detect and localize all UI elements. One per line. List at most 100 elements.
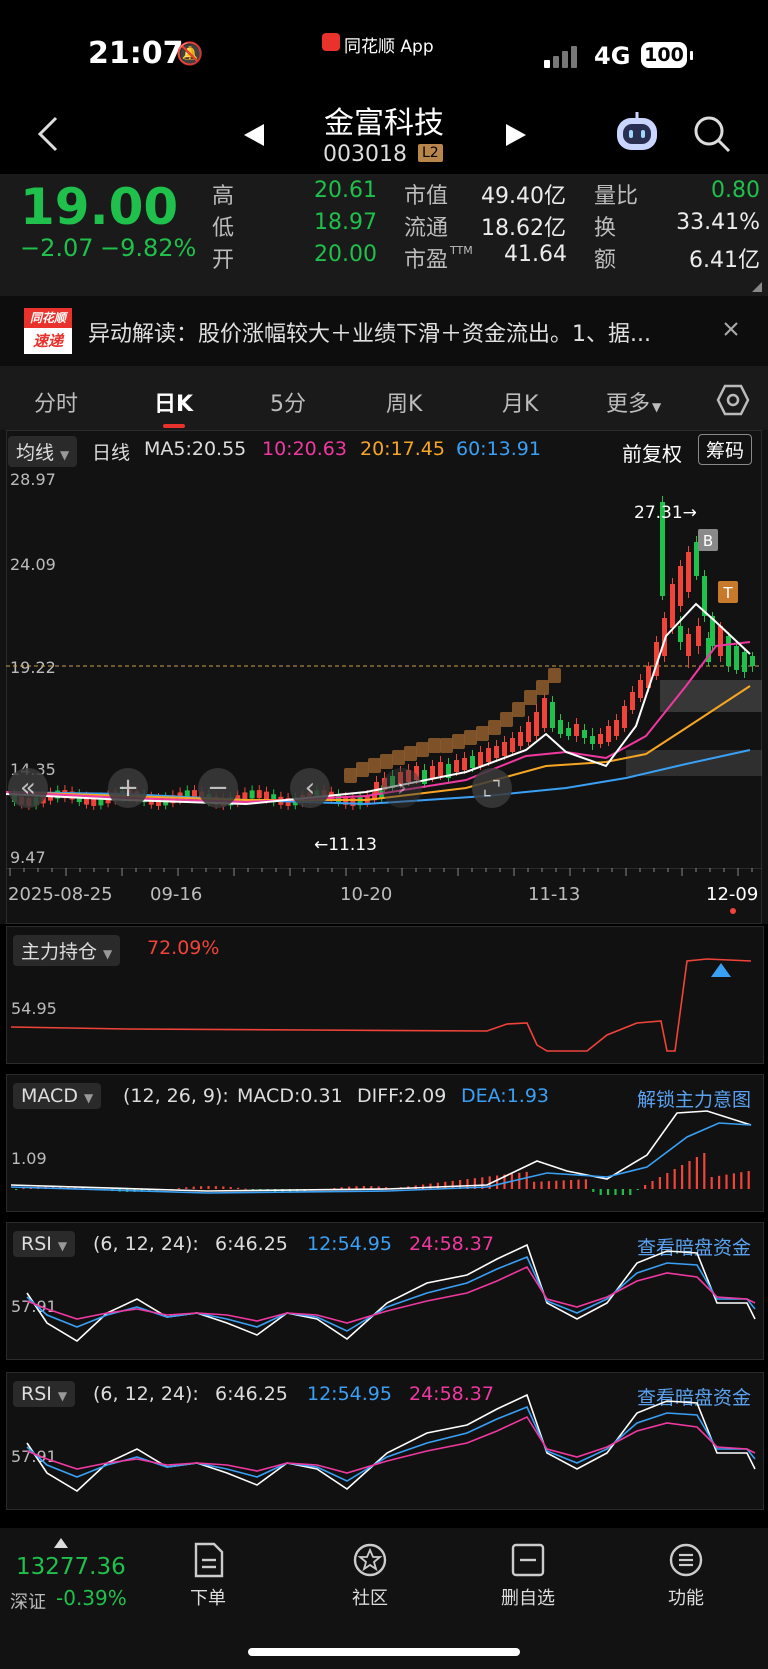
scroll-left-button[interactable]: ‹: [290, 768, 330, 808]
candle-body: [374, 782, 379, 794]
macd-bar: [244, 1188, 247, 1190]
adjust-mode[interactable]: 前复权: [622, 438, 682, 467]
macd-bar: [718, 1175, 721, 1189]
macd-bar: [496, 1175, 499, 1189]
low-mark: ←11.13: [314, 835, 377, 855]
sequence-marker: [404, 746, 417, 761]
zoom-out-button[interactable]: −: [198, 768, 238, 808]
settings-hex-icon[interactable]: [716, 384, 750, 416]
app-logo-icon: [322, 33, 340, 51]
macd-bar: [570, 1180, 573, 1189]
current-day-dot: [730, 908, 736, 914]
tab-intraday[interactable]: 分时: [34, 386, 78, 418]
tab-5min[interactable]: 5分: [270, 386, 306, 418]
open-value: 20.00: [314, 242, 377, 267]
community-button[interactable]: 社区: [338, 1542, 402, 1610]
macd-bar: [436, 1182, 439, 1189]
next-stock-icon[interactable]: [506, 124, 526, 146]
index-up-arrow-icon: [54, 1538, 68, 1548]
remove-watchlist-label: 删自选: [501, 1588, 555, 1609]
index-value[interactable]: 13277.36: [16, 1554, 126, 1580]
close-icon[interactable]: [723, 321, 739, 337]
rsi-panel-2[interactable]: RSI ▼ (6, 12, 24): 6:46.25 12:54.95 24:58…: [6, 1372, 764, 1510]
robot-assistant-icon[interactable]: [614, 112, 660, 154]
macd-bar: [525, 1171, 528, 1189]
macd-bar: [681, 1165, 684, 1189]
macd-bar: [688, 1161, 691, 1189]
indicator-dropdown[interactable]: 均线 ▼: [8, 436, 78, 467]
macd-bar: [540, 1181, 543, 1189]
status-bar: 21:07 🔕 同花顺 App 4G 100: [0, 0, 768, 92]
candle-body: [678, 566, 683, 606]
zoom-in-button[interactable]: +: [108, 768, 148, 808]
main-holding-panel[interactable]: 主力持仓 ▼ 72.09% 54.95: [6, 926, 764, 1064]
sequence-marker: [500, 712, 513, 727]
price-change-pct: −9.82%: [100, 234, 197, 262]
search-icon[interactable]: [692, 114, 732, 154]
sequence-marker: [392, 750, 405, 765]
candle-body: [430, 766, 435, 778]
scroll-left-fast-button[interactable]: «: [8, 768, 48, 808]
macd-bar: [651, 1181, 654, 1189]
network-type: 4G: [594, 42, 631, 70]
holding-chart: [10, 958, 752, 1052]
sequence-marker: [428, 738, 441, 753]
tab-daily-k[interactable]: 日K: [154, 386, 193, 418]
candle-body: [582, 730, 587, 738]
candle-body: [598, 734, 603, 744]
tab-monthly-k[interactable]: 月K: [502, 386, 538, 418]
macd-bar: [629, 1189, 632, 1195]
order-icon: [194, 1542, 224, 1578]
remove-watchlist-button[interactable]: 删自选: [496, 1542, 560, 1610]
sequence-marker: [356, 762, 369, 777]
sequence-marker: [440, 738, 453, 753]
expand-corner-icon[interactable]: [752, 282, 762, 292]
news-badge-bottom: 速递: [24, 328, 72, 354]
community-label: 社区: [352, 1588, 388, 1609]
tab-weekly-k[interactable]: 周K: [386, 386, 422, 418]
rsi6-line: [26, 1243, 756, 1342]
index-name: 深证: [10, 1592, 46, 1613]
rsi-panel-1[interactable]: RSI ▼ (6, 12, 24): 6:46.25 12:54.95 24:58…: [6, 1222, 764, 1360]
kline-panel: 均线 ▼ 日线 MA5:20.55 10:20.63 20:17.45 60:13…: [0, 430, 768, 924]
candle-body: [742, 652, 747, 672]
candle-body: [566, 728, 571, 736]
candle-body: [264, 791, 269, 800]
macd-bar: [429, 1183, 432, 1189]
scroll-right-button[interactable]: ›: [382, 768, 422, 808]
candle-body: [726, 636, 731, 666]
macd-panel[interactable]: MACD ▼ (12, 26, 9): MACD:0.31 DIFF:2.09 D…: [6, 1074, 764, 1212]
stock-name: 金富科技: [324, 106, 444, 141]
amount-label: 额: [594, 248, 617, 273]
candle-body: [534, 712, 539, 736]
ths-news-badge: 同花顺 速递: [24, 308, 72, 354]
candle-body: [696, 626, 701, 646]
sequence-marker: [488, 720, 501, 735]
sequence-marker: [368, 758, 381, 773]
prev-stock-icon[interactable]: [244, 124, 264, 146]
tab-more[interactable]: 更多 ▼: [606, 386, 661, 418]
sequence-marker: [512, 702, 525, 717]
fullscreen-button[interactable]: ⌞⌝: [472, 768, 512, 808]
candle-body: [574, 724, 579, 736]
back-icon[interactable]: [36, 116, 60, 152]
order-label: 下单: [190, 1588, 226, 1609]
news-text: 异动解读：股价涨幅较大＋业绩下滑＋资金流出。1、据...: [88, 322, 651, 347]
candle-body: [438, 762, 443, 776]
sequence-marker: [524, 690, 537, 705]
order-button[interactable]: 下单: [176, 1542, 240, 1610]
rsi-chart-2: [26, 1393, 756, 1492]
holding-line: [10, 958, 752, 1052]
mute-icon: 🔕: [176, 42, 204, 67]
functions-button[interactable]: 功能: [654, 1542, 718, 1610]
rsi12-line: [26, 1405, 756, 1482]
candle-body: [606, 726, 611, 742]
functions-label: 功能: [668, 1588, 704, 1609]
community-icon: [353, 1543, 387, 1577]
battery-icon: 100: [641, 42, 687, 68]
news-banner[interactable]: 同花顺 速递 异动解读：股价涨幅较大＋业绩下滑＋资金流出。1、据...: [0, 296, 768, 366]
sequence-marker: [416, 742, 429, 757]
status-time: 21:07: [88, 36, 184, 71]
chip-button[interactable]: 筹码: [698, 434, 753, 465]
rsi12-line: [26, 1255, 756, 1332]
